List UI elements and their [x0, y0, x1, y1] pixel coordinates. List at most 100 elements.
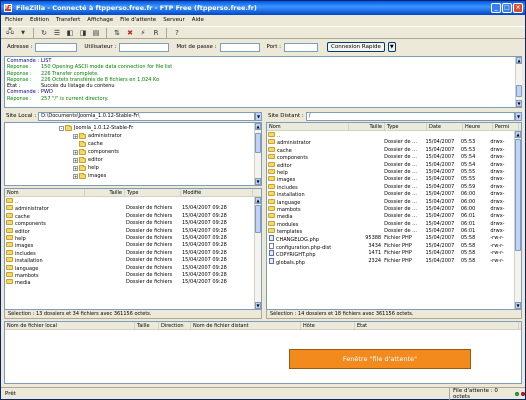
col-heure[interactable]: Heure: [463, 123, 493, 130]
scroll-up-icon[interactable]: ▲: [515, 131, 521, 138]
message-log[interactable]: Commande : LIST Réponse :150 Opening ASCII…: [4, 56, 522, 108]
col-state[interactable]: Etat: [355, 322, 519, 329]
toggle-remote-tree-icon[interactable]: ◨: [78, 28, 88, 38]
scroll-down-icon[interactable]: ▼: [515, 302, 521, 309]
expand-icon[interactable]: +: [73, 149, 78, 155]
process-queue-icon[interactable]: ⇅: [112, 28, 122, 38]
table-row[interactable]: administrator Dossier de fichiers 15/04/20…: [5, 205, 254, 212]
table-row[interactable]: language Dossier de ... 15/04/2007 06:00 drw…: [267, 198, 513, 206]
menu-transfert[interactable]: Transfert: [56, 17, 80, 23]
col-taille[interactable]: Taille: [85, 189, 125, 196]
remote-path-dropdown-icon[interactable]: ▼: [515, 111, 522, 121]
menu-fichier[interactable]: Fichier: [5, 17, 23, 23]
help-icon[interactable]: ?: [172, 28, 182, 38]
menu-serveur[interactable]: Serveur: [163, 17, 185, 23]
port-input[interactable]: [284, 42, 319, 52]
table-row[interactable]: mambots Dossier de fichiers 15/04/2007 09:…: [5, 271, 254, 279]
table-row[interactable]: globals.php 2324 Fichier PHP 15/04/2007 05:5…: [267, 257, 513, 265]
expand-icon[interactable]: +: [73, 133, 78, 139]
disconnect-icon[interactable]: ⚡: [138, 28, 148, 38]
table-row[interactable]: media Dossier de fichiers 15/04/2007 09:28: [5, 279, 254, 286]
local-list-scrollbar[interactable]: ▲ ▼: [254, 197, 261, 309]
expand-icon[interactable]: +: [73, 165, 78, 171]
local-file-list[interactable]: Nom Taille Type Modifié .. administrator D…: [4, 188, 262, 310]
table-row[interactable]: editor Dossier de fichiers 15/04/2007 09:2…: [5, 227, 254, 235]
menu-affichage[interactable]: Affichage: [87, 17, 113, 23]
tree-node[interactable]: + help: [73, 164, 99, 171]
table-row[interactable]: ..: [267, 132, 513, 139]
remote-path-input[interactable]: /: [305, 111, 515, 121]
col-size[interactable]: Taille: [135, 322, 159, 329]
log-scrollbar[interactable]: ▲ ▼: [515, 57, 522, 107]
tree-node[interactable]: - Joomla_1.0.12-Stable-Fr: [59, 124, 133, 131]
scroll-down-icon[interactable]: ▼: [516, 100, 522, 107]
table-row[interactable]: components Dossier de fichiers 15/04/2007 …: [5, 220, 254, 227]
user-input[interactable]: [119, 42, 170, 52]
col-remote-filename[interactable]: Nom de fichier distant: [191, 322, 301, 329]
scroll-up-icon[interactable]: ▲: [255, 197, 261, 204]
quickconnect-button[interactable]: Connexion Rapide: [327, 42, 385, 52]
toggle-log-icon[interactable]: ☰: [52, 28, 62, 38]
scroll-thumb[interactable]: [255, 205, 261, 233]
col-type[interactable]: Type: [385, 123, 427, 130]
scroll-down-icon[interactable]: ▼: [255, 302, 261, 309]
table-row[interactable]: includes Dossier de fichiers 15/04/2007 09…: [5, 249, 254, 257]
table-row[interactable]: ..: [5, 198, 254, 205]
table-row[interactable]: media Dossier de ... 15/04/2007 06:01 drwx-: [267, 213, 513, 220]
table-row[interactable]: includes Dossier de ... 15/04/2007 05:59 drw…: [267, 183, 513, 191]
table-row[interactable]: cache Dossier de fichiers 15/04/2007 09:28: [5, 212, 254, 220]
local-tree[interactable]: - Joomla_1.0.12-Stable-Fr + administrator ca…: [4, 122, 262, 186]
stop-icon[interactable]: ✖: [125, 28, 135, 38]
local-tree-scrollbar[interactable]: ▲ ▼: [254, 123, 261, 185]
scroll-thumb[interactable]: [255, 133, 261, 153]
local-path-input[interactable]: D:\Documents\Joomla_1.0.12-Stable-Fr\: [38, 111, 255, 121]
table-row[interactable]: help Dossier de fichiers 15/04/2007 09:28: [5, 234, 254, 242]
password-input[interactable]: [219, 42, 260, 52]
tree-node[interactable]: + administrator: [73, 132, 122, 139]
table-row[interactable]: CHANGELOG.php 95388 Fichier PHP 15/04/2007 0…: [267, 235, 513, 243]
menu-aide[interactable]: Aide: [192, 17, 204, 23]
dropdown-arrow-icon[interactable]: ▼: [18, 28, 28, 38]
tree-node[interactable]: + components: [73, 148, 119, 155]
col-modifie[interactable]: Modifié: [181, 189, 253, 196]
table-row[interactable]: COPYRIGHT.php 1471 Fichier PHP 15/04/2007 05…: [267, 250, 513, 258]
expand-icon[interactable]: +: [73, 173, 78, 179]
close-button[interactable]: ×: [513, 3, 523, 13]
host-input[interactable]: [35, 42, 78, 52]
col-local-filename[interactable]: Nom de fichier local: [5, 322, 135, 329]
collapse-icon[interactable]: -: [59, 125, 64, 131]
table-row[interactable]: installation Dossier de fichiers 15/04/200…: [5, 257, 254, 264]
local-path-dropdown-icon[interactable]: ▼: [255, 111, 262, 121]
toggle-queue-icon[interactable]: ▤: [91, 28, 101, 38]
toggle-local-tree-icon[interactable]: ◧: [65, 28, 75, 38]
table-row[interactable]: cache Dossier de ... 15/04/2007 05:53 drwx-: [267, 146, 513, 154]
remote-file-list[interactable]: Nom Taille Type Date Heure Permi .. admin…: [266, 122, 522, 310]
table-row[interactable]: editor Dossier de ... 15/04/2007 05:54 drwx-: [267, 161, 513, 169]
col-type[interactable]: Type: [125, 189, 181, 196]
scroll-thumb[interactable]: [515, 139, 521, 251]
table-row[interactable]: installation Dossier de ... 15/04/2007 06:0…: [267, 191, 513, 198]
table-row[interactable]: configuration.php-dist 3434 Fichier PHP 15/…: [267, 242, 513, 250]
col-date[interactable]: Date: [427, 123, 463, 130]
tree-node[interactable]: cache: [73, 140, 103, 147]
table-row[interactable]: images Dossier de ... 15/04/2007 05:55 drwx-: [267, 176, 513, 183]
tree-node[interactable]: + editor: [73, 156, 103, 163]
table-row[interactable]: mambots Dossier de ... 15/04/2007 06:00 drwx…: [267, 205, 513, 213]
menu-edition[interactable]: Edition: [30, 17, 49, 23]
table-row[interactable]: templates Dossier de ... 15/04/2007 06:01 dr…: [267, 228, 513, 235]
col-host[interactable]: Hôte: [301, 322, 355, 329]
scroll-thumb[interactable]: [516, 85, 522, 97]
minimize-button[interactable]: _: [491, 3, 501, 13]
table-row[interactable]: help Dossier de ... 15/04/2007 05:55 drwx-: [267, 168, 513, 176]
tree-node[interactable]: + images: [73, 172, 106, 179]
scroll-down-icon[interactable]: ▼: [255, 178, 261, 185]
quickconnect-dropdown[interactable]: ▼: [387, 42, 396, 52]
table-row[interactable]: components Dossier de ... 15/04/2007 05:54 d…: [267, 154, 513, 161]
maximize-button[interactable]: □: [502, 3, 512, 13]
col-permissions[interactable]: Permi: [493, 123, 519, 130]
reconnect-icon[interactable]: R: [151, 28, 161, 38]
table-row[interactable]: modules Dossier de ... 15/04/2007 06:01 drwx…: [267, 220, 513, 228]
col-direction[interactable]: Direction: [159, 322, 191, 329]
table-row[interactable]: administrator Dossier de ... 15/04/2007 05:…: [267, 139, 513, 146]
expand-icon[interactable]: +: [73, 157, 78, 163]
